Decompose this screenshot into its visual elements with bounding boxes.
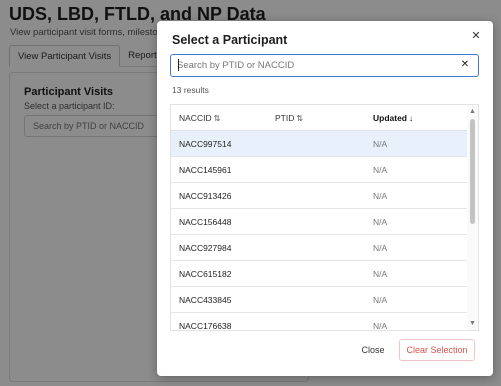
column-header-label: NACCID xyxy=(179,113,212,123)
cell-updated: N/A xyxy=(373,217,388,227)
table-row[interactable]: NACC997514 N/A xyxy=(171,131,468,157)
clear-selection-button[interactable]: Clear Selection xyxy=(399,339,475,361)
table-row[interactable]: NACC927984 N/A xyxy=(171,235,468,261)
cell-updated: N/A xyxy=(373,243,388,253)
cell-updated: N/A xyxy=(373,321,388,331)
dialog-title: Select a Participant xyxy=(172,33,288,47)
cell-naccid: NACC913426 xyxy=(179,191,232,201)
scroll-up-arrow-icon[interactable]: ▲ xyxy=(469,108,476,115)
sort-descending-icon: ↓ xyxy=(409,114,413,123)
participants-table: NACCID ⇅ PTID ⇅ Updated ↓ NACC997514 N/A NA… xyxy=(170,104,479,331)
table-row[interactable]: NACC433845 N/A xyxy=(171,287,468,313)
table-row[interactable]: NACC156448 N/A xyxy=(171,209,468,235)
cell-naccid: NACC615182 xyxy=(179,269,232,279)
cell-naccid: NACC156448 xyxy=(179,217,232,227)
select-participant-dialog: Select a Participant ✕ ✕ 13 results NACC… xyxy=(157,21,493,376)
scroll-down-arrow-icon[interactable]: ▼ xyxy=(469,320,476,327)
cell-naccid: NACC997514 xyxy=(179,139,232,149)
column-header-label: Updated xyxy=(373,113,407,123)
table-row[interactable]: NACC176638 N/A xyxy=(171,313,468,331)
cell-updated: N/A xyxy=(373,139,388,149)
cell-naccid: NACC176638 xyxy=(179,321,232,331)
sort-icon: ⇅ xyxy=(296,114,304,123)
scrollbar-thumb[interactable] xyxy=(470,119,475,224)
cell-updated: N/A xyxy=(373,295,388,305)
search-box: ✕ xyxy=(170,54,479,77)
cell-updated: N/A xyxy=(373,165,388,175)
table-header: NACCID ⇅ PTID ⇅ Updated ↓ xyxy=(171,105,468,131)
close-icon[interactable]: ✕ xyxy=(469,29,483,43)
table-row[interactable]: NACC145961 N/A xyxy=(171,157,468,183)
column-header-naccid[interactable]: NACCID ⇅ xyxy=(179,113,220,123)
search-input[interactable] xyxy=(177,58,447,73)
column-header-updated[interactable]: Updated ↓ xyxy=(373,113,413,123)
table-row[interactable]: NACC913426 N/A xyxy=(171,183,468,209)
cell-naccid: NACC927984 xyxy=(179,243,232,253)
clear-search-icon[interactable]: ✕ xyxy=(459,58,471,72)
text-cursor xyxy=(178,59,179,71)
cell-naccid: NACC145961 xyxy=(179,165,232,175)
cell-updated: N/A xyxy=(373,269,388,279)
table-row[interactable]: NACC615182 N/A xyxy=(171,261,468,287)
close-button[interactable]: Close xyxy=(354,339,392,361)
table-body: NACC997514 N/A NACC145961 N/A NACC913426… xyxy=(171,131,468,331)
column-header-label: PTID xyxy=(275,113,295,123)
cell-updated: N/A xyxy=(373,191,388,201)
column-header-ptid[interactable]: PTID ⇅ xyxy=(275,113,303,123)
table-scrollbar[interactable]: ▲ ▼ xyxy=(467,105,478,330)
cell-naccid: NACC433845 xyxy=(179,295,232,305)
results-count: 13 results xyxy=(172,85,209,95)
sort-icon: ⇅ xyxy=(213,114,221,123)
